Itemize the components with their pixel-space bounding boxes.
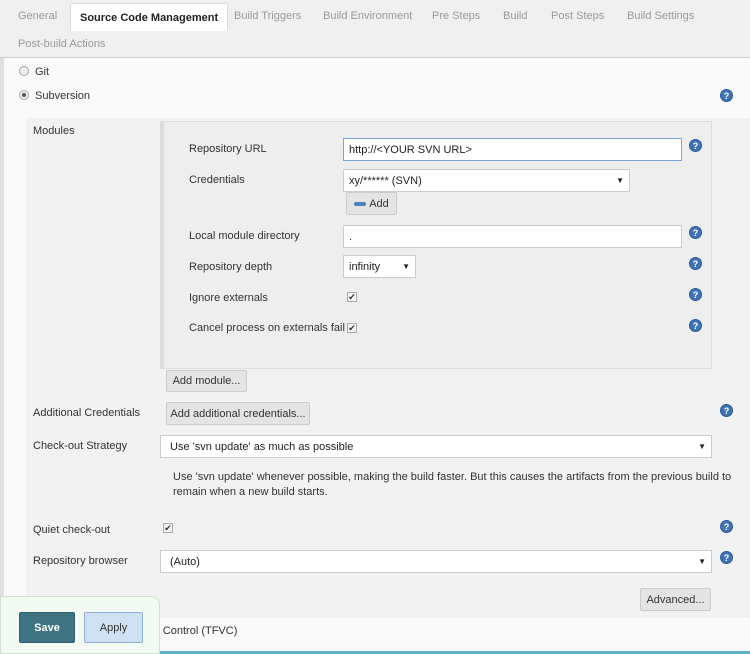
apply-button[interactable]: Apply [84,612,143,643]
help-icon[interactable]: ? [689,288,702,301]
git-radio[interactable] [19,66,29,76]
tab-pre-steps[interactable]: Pre Steps [432,10,480,22]
tab-build-triggers[interactable]: Build Triggers [234,10,301,22]
help-icon[interactable]: ? [720,551,733,564]
repository-url-input[interactable]: http://<YOUR SVN URL> [343,138,682,161]
help-icon[interactable]: ? [689,139,702,152]
cancel-externals-checkbox[interactable]: ✔ [347,323,357,333]
help-icon[interactable]: ? [720,520,733,533]
checkout-strategy-description: Use 'svn update' whenever possible, maki… [173,470,731,500]
local-module-directory-label: Local module directory [189,230,300,242]
credentials-value: xy/****** (SVN) [349,174,422,187]
tab-post-steps[interactable]: Post Steps [551,10,604,22]
tab-build-environment[interactable]: Build Environment [323,10,412,22]
help-icon[interactable]: ? [689,257,702,270]
repository-url-label: Repository URL [189,143,267,155]
chevron-down-icon: ▼ [616,176,624,185]
repository-depth-label: Repository depth [189,261,273,273]
cancel-externals-label: Cancel process on externals fail [189,322,345,334]
credentials-label: Credentials [189,174,245,186]
quiet-checkout-label: Quiet check-out [33,524,111,536]
modules-label: Modules [33,125,75,137]
tab-source-code-management[interactable]: Source Code Management [70,3,229,31]
help-icon[interactable]: ? [689,319,702,332]
repository-depth-value: infinity [349,260,381,273]
checkout-strategy-value: Use 'svn update' as much as possible [170,440,354,453]
ignore-externals-label: Ignore externals [189,292,268,304]
repository-browser-select[interactable]: (Auto) ▼ [160,550,712,573]
tab-bar: General Source Code Management Build Tri… [0,0,750,58]
add-label: Add [369,197,389,210]
credentials-select[interactable]: xy/****** (SVN) ▼ [343,169,630,192]
description-line: remain when a new build starts. [173,486,328,498]
chevron-down-icon: ▼ [698,557,706,566]
help-icon[interactable]: ? [720,404,733,417]
add-credentials-button[interactable]: Add [346,192,397,215]
additional-credentials-label: Additional Credentials [33,407,141,419]
add-additional-credentials-button[interactable]: Add additional credentials... [166,402,310,425]
save-button[interactable]: Save [19,612,75,643]
tab-build[interactable]: Build [503,10,527,22]
subversion-label: Subversion [35,90,91,102]
help-icon[interactable]: ? [720,89,733,102]
description-line: Use 'svn update' whenever possible, maki… [173,471,732,483]
repository-url-value: http://<YOUR SVN URL> [349,143,472,156]
key-icon [354,201,367,206]
quiet-checkout-checkbox[interactable]: ✔ [163,523,173,533]
help-icon[interactable]: ? [689,226,702,239]
local-module-directory-input[interactable]: . [343,225,682,248]
ignore-externals-checkbox[interactable]: ✔ [347,292,357,302]
checkout-strategy-label: Check-out Strategy [33,440,128,452]
advanced-button[interactable]: Advanced... [640,588,711,611]
tab-build-settings[interactable]: Build Settings [627,10,694,22]
chevron-down-icon: ▼ [698,442,706,451]
repository-browser-label: Repository browser [33,555,128,567]
repository-depth-select[interactable]: infinity ▼ [343,255,416,278]
add-module-button[interactable]: Add module... [166,370,247,392]
subversion-radio[interactable] [19,90,29,100]
git-label: Git [35,66,50,78]
chevron-down-icon: ▼ [402,262,410,271]
tab-post-build-actions[interactable]: Post-build Actions [18,38,105,50]
repository-browser-value: (Auto) [170,555,200,568]
tab-general[interactable]: General [18,10,57,22]
checkout-strategy-select[interactable]: Use 'svn update' as much as possible ▼ [160,435,712,458]
local-module-directory-value: . [349,230,353,243]
